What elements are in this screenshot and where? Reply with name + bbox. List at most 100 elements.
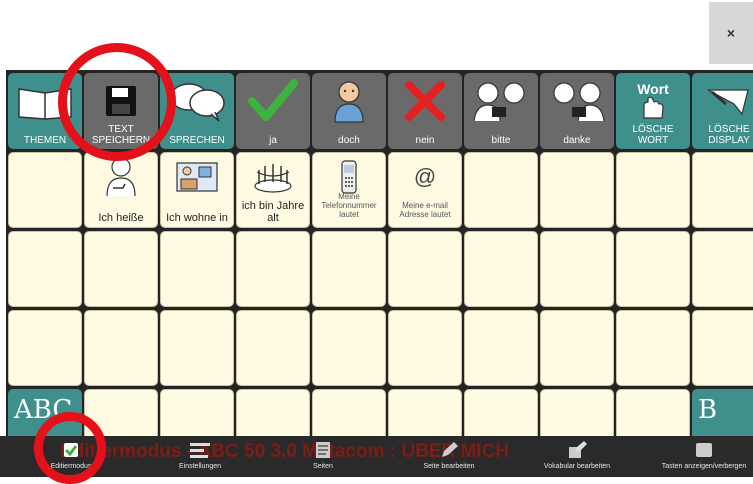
b-label: B — [698, 395, 718, 425]
erase-word-icon-text: Wort — [637, 81, 669, 97]
cross-icon — [388, 77, 462, 125]
abc-button[interactable]: ABC — [8, 389, 82, 440]
empty-cell[interactable] — [464, 389, 538, 440]
pages-button[interactable]: Seiten — [295, 438, 351, 476]
erase-display-label: LÖSCHE DISPLAY — [708, 124, 750, 146]
edit-vocabulary-label: Vokabular bearbeiten — [543, 463, 611, 470]
edit-page-label: Seite bearbeiten — [423, 463, 475, 470]
person-icon — [312, 77, 386, 125]
toggle-keys-icon — [655, 438, 753, 462]
sprechen-button[interactable]: SPRECHEN — [160, 73, 234, 149]
ich-heisse-button[interactable]: Ich heiße — [84, 152, 158, 228]
settings-button[interactable]: Einstellungen — [165, 438, 235, 476]
at-sign-icon: @ — [389, 157, 461, 197]
birthday-cake-icon — [237, 157, 309, 197]
bitte-button[interactable]: bitte — [464, 73, 538, 149]
email-button[interactable]: @ Meine e-mail Adresse lautet — [388, 152, 462, 228]
bitte-label: bitte — [491, 135, 511, 146]
settings-label: Einstellungen — [178, 463, 222, 470]
empty-cell[interactable] — [236, 389, 310, 440]
nein-button[interactable]: nein — [388, 73, 462, 149]
ich-bin-jahre-alt-button[interactable]: ich bin Jahre alt — [236, 152, 310, 228]
people-giving-icon — [464, 77, 538, 125]
empty-cell[interactable] — [8, 152, 82, 228]
ich-heisse-label: Ich heiße — [98, 212, 144, 224]
ja-button[interactable]: ja — [236, 73, 310, 149]
empty-cell[interactable] — [464, 152, 538, 228]
sprechen-label: SPRECHEN — [169, 135, 225, 146]
ich-wohne-in-label: Ich wohne in — [166, 212, 228, 224]
themen-label: THEMEN — [23, 135, 67, 146]
danke-button[interactable]: danke — [540, 73, 614, 149]
empty-cell[interactable] — [388, 310, 462, 386]
erase-word-button[interactable]: Wort LÖSCHE WORT — [616, 73, 690, 149]
ja-label: ja — [269, 135, 277, 146]
empty-cell[interactable] — [160, 310, 234, 386]
empty-cell[interactable] — [8, 310, 82, 386]
empty-cell[interactable] — [312, 231, 386, 307]
b-button[interactable]: B — [692, 389, 753, 440]
empty-cell[interactable] — [616, 152, 690, 228]
ich-wohne-in-button[interactable]: Ich wohne in — [160, 152, 234, 228]
empty-cell[interactable] — [8, 231, 82, 307]
at-sign-icon-text: @ — [413, 164, 437, 189]
empty-cell[interactable] — [540, 310, 614, 386]
empty-cell[interactable] — [692, 231, 753, 307]
edit-mode-label: Editiermodus — [50, 463, 92, 470]
text-save-button[interactable]: TEXT SPEICHERN — [84, 73, 158, 149]
empty-cell[interactable] — [160, 231, 234, 307]
edit-mode-toggle[interactable]: Editiermodus — [40, 438, 102, 476]
telefonnummer-button[interactable]: Meine Telefonnummer lautet — [312, 152, 386, 228]
speech-bubble-icon — [160, 77, 234, 125]
checkmark-icon — [236, 77, 310, 125]
toggle-keys-label: Tasten anzeigen/verbergen — [661, 463, 747, 470]
close-button[interactable]: × — [709, 2, 753, 64]
people-thanking-icon — [540, 77, 614, 125]
doch-button[interactable]: doch — [312, 73, 386, 149]
book-icon — [8, 77, 82, 125]
empty-cell[interactable] — [84, 389, 158, 440]
empty-cell[interactable] — [616, 231, 690, 307]
erase-display-icon — [692, 77, 753, 125]
edit-page-icon — [410, 438, 488, 462]
symbol-board: THEMEN TEXT SPEICHERN SPRECHEN ja doch n… — [6, 70, 753, 440]
themen-button[interactable]: THEMEN — [8, 73, 82, 149]
empty-cell[interactable] — [84, 310, 158, 386]
person-pointing-icon — [85, 157, 157, 197]
empty-cell[interactable] — [312, 310, 386, 386]
empty-cell[interactable] — [464, 310, 538, 386]
abc-label: ABC — [14, 395, 73, 425]
nein-label: nein — [415, 135, 435, 146]
empty-cell[interactable] — [540, 389, 614, 440]
empty-cell[interactable] — [236, 310, 310, 386]
empty-cell[interactable] — [616, 310, 690, 386]
erase-word-icon: Wort — [616, 77, 690, 125]
toggle-keys-button[interactable]: Tasten anzeigen/verbergen — [655, 438, 753, 476]
empty-cell[interactable] — [540, 231, 614, 307]
edit-vocabulary-button[interactable]: Vokabular bearbeiten — [532, 438, 622, 476]
empty-cell[interactable] — [236, 231, 310, 307]
empty-cell[interactable] — [160, 389, 234, 440]
checkbox-icon — [40, 438, 102, 462]
empty-cell[interactable] — [84, 231, 158, 307]
floppy-disk-icon — [84, 77, 158, 125]
danke-label: danke — [563, 135, 591, 146]
empty-cell[interactable] — [692, 152, 753, 228]
erase-word-label: LÖSCHE WORT — [632, 124, 674, 146]
telefonnummer-label: Meine Telefonnummer lautet — [321, 192, 377, 219]
ich-bin-jahre-alt-label: ich bin Jahre alt — [241, 200, 305, 224]
text-save-label: TEXT SPEICHERN — [91, 124, 151, 146]
email-label: Meine e-mail Adresse lautet — [399, 201, 451, 219]
doch-label: doch — [338, 135, 360, 146]
pages-icon — [295, 438, 351, 462]
house-icon — [161, 157, 233, 197]
erase-display-button[interactable]: LÖSCHE DISPLAY — [692, 73, 753, 149]
edit-page-button[interactable]: Seite bearbeiten — [410, 438, 488, 476]
empty-cell[interactable] — [692, 310, 753, 386]
empty-cell[interactable] — [388, 231, 462, 307]
empty-cell[interactable] — [312, 389, 386, 440]
empty-cell[interactable] — [464, 231, 538, 307]
empty-cell[interactable] — [540, 152, 614, 228]
empty-cell[interactable] — [616, 389, 690, 440]
empty-cell[interactable] — [388, 389, 462, 440]
